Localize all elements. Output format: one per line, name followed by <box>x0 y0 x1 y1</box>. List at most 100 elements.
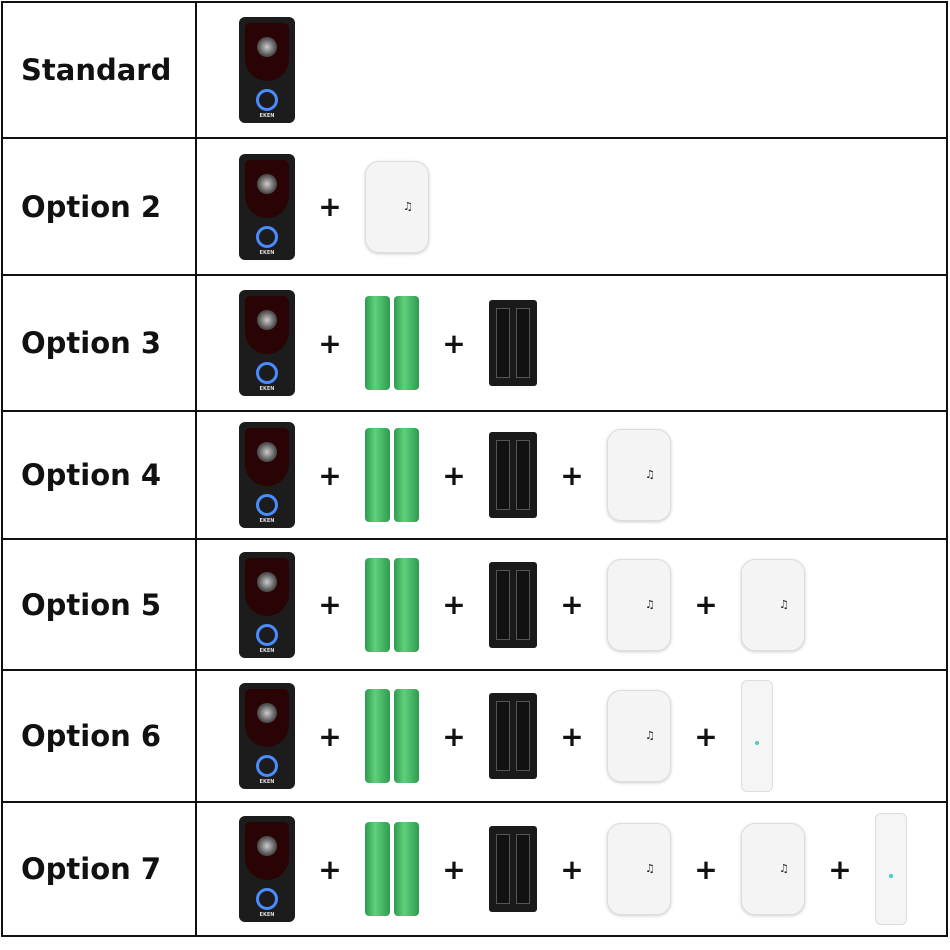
batteries-image <box>365 822 419 916</box>
battery-icon <box>365 822 390 916</box>
indicator-light-icon <box>889 874 893 878</box>
brand-logo: EKEN <box>259 647 275 654</box>
plus-sign: + <box>560 458 584 492</box>
batteries-image <box>365 689 419 783</box>
doorbell-button-icon <box>256 225 278 248</box>
repeater-image <box>875 813 907 925</box>
batteries-image <box>365 428 419 522</box>
doorbell-button-icon <box>256 494 278 516</box>
doorbell-button-icon <box>256 362 278 384</box>
doorbell-image: EKEN <box>239 683 295 789</box>
music-note-icon: ♫ <box>645 597 655 611</box>
plus-sign: + <box>560 719 584 753</box>
camera-lens-icon <box>257 442 277 462</box>
option-label: Option 6 <box>1 669 197 803</box>
charger-slot <box>516 834 530 904</box>
music-note-icon: ♫ <box>645 862 655 875</box>
charger-slot <box>516 701 530 771</box>
plus-sign: + <box>560 588 584 621</box>
doorbell-button-icon <box>256 755 278 777</box>
item-list: EKEN + + <box>239 290 946 396</box>
plus-sign: + <box>318 719 342 753</box>
item-list: EKEN <box>239 17 946 123</box>
charger-image <box>489 432 537 518</box>
battery-icon <box>394 296 419 390</box>
option-label: Option 2 <box>1 137 197 276</box>
brand-logo: EKEN <box>259 518 275 524</box>
battery-icon <box>365 428 390 522</box>
music-note-icon: ♫ <box>779 862 789 875</box>
option-row: Option 7 EKEN + + + ♫ + ♫ + <box>1 801 948 937</box>
brand-logo: EKEN <box>259 249 275 256</box>
battery-icon <box>394 557 419 652</box>
chime-image: ♫ <box>741 823 805 915</box>
doorbell-image: EKEN <box>239 153 295 260</box>
options-table-image: Standard EKEN Option 2 EKEN + ♫ Option 3 EKEN + +… <box>0 0 950 950</box>
option-label: Option 3 <box>1 274 197 412</box>
batteries-image <box>365 557 419 652</box>
plus-sign: + <box>318 852 342 886</box>
plus-sign: + <box>442 458 466 492</box>
battery-icon <box>365 296 390 390</box>
option-row: Standard EKEN <box>1 1 948 139</box>
camera-lens-icon <box>257 836 277 856</box>
option-items: EKEN + + + ♫ + <box>195 669 948 803</box>
option-items: EKEN + + <box>195 274 948 412</box>
brand-logo: EKEN <box>259 386 275 392</box>
doorbell-image: EKEN <box>239 551 295 658</box>
chime-image: ♫ <box>607 558 671 651</box>
doorbell-image: EKEN <box>239 816 295 922</box>
chime-image: ♫ <box>607 690 671 782</box>
battery-icon <box>394 822 419 916</box>
option-label: Option 7 <box>1 801 197 937</box>
doorbell-button-icon <box>256 623 278 646</box>
camera-lens-icon <box>257 173 277 194</box>
options-table: Standard EKEN Option 2 EKEN + ♫ Option 3 EKEN + +… <box>1 1 948 937</box>
charger-slot <box>496 440 510 510</box>
plus-sign: + <box>694 588 718 621</box>
option-row: Option 3 EKEN + + <box>1 274 948 412</box>
indicator-light-icon <box>755 741 759 745</box>
item-list: EKEN + + + ♫ + ♫ + <box>239 813 946 925</box>
charger-slot <box>496 834 510 904</box>
charger-image <box>489 693 537 779</box>
plus-sign: + <box>318 326 342 360</box>
battery-icon <box>365 557 390 652</box>
charger-slot <box>516 440 530 510</box>
item-list: EKEN + ♫ <box>239 153 946 260</box>
charger-slot <box>516 569 530 640</box>
plus-sign: + <box>318 190 342 223</box>
option-label: Option 5 <box>1 538 197 671</box>
charger-image <box>489 826 537 912</box>
doorbell-image: EKEN <box>239 290 295 396</box>
brand-logo: EKEN <box>259 113 275 119</box>
camera-lens-icon <box>257 310 277 330</box>
chime-image: ♫ <box>741 558 805 651</box>
chime-image: ♫ <box>607 823 671 915</box>
item-list: EKEN + + + ♫ <box>239 422 946 528</box>
option-items: EKEN + ♫ <box>195 137 948 276</box>
doorbell-image: EKEN <box>239 17 295 123</box>
charger-image <box>489 561 537 648</box>
music-note-icon: ♫ <box>403 199 413 213</box>
brand-logo: EKEN <box>259 912 275 918</box>
camera-lens-icon <box>257 37 277 57</box>
charger-slot <box>496 569 510 640</box>
batteries-image <box>365 296 419 390</box>
plus-sign: + <box>828 852 852 886</box>
plus-sign: + <box>318 458 342 492</box>
music-note-icon: ♫ <box>645 729 655 742</box>
item-list: EKEN + + + ♫ + ♫ <box>239 551 946 658</box>
doorbell-button-icon <box>256 888 278 910</box>
plus-sign: + <box>694 719 718 753</box>
plus-sign: + <box>442 719 466 753</box>
doorbell-button-icon <box>256 89 278 111</box>
option-items: EKEN + + + ♫ + ♫ <box>195 538 948 671</box>
plus-sign: + <box>442 326 466 360</box>
repeater-image <box>741 680 773 792</box>
option-label: Option 4 <box>1 410 197 540</box>
battery-icon <box>394 428 419 522</box>
item-list: EKEN + + + ♫ + <box>239 680 946 792</box>
option-row: Option 6 EKEN + + + ♫ + <box>1 669 948 803</box>
doorbell-image: EKEN <box>239 422 295 528</box>
